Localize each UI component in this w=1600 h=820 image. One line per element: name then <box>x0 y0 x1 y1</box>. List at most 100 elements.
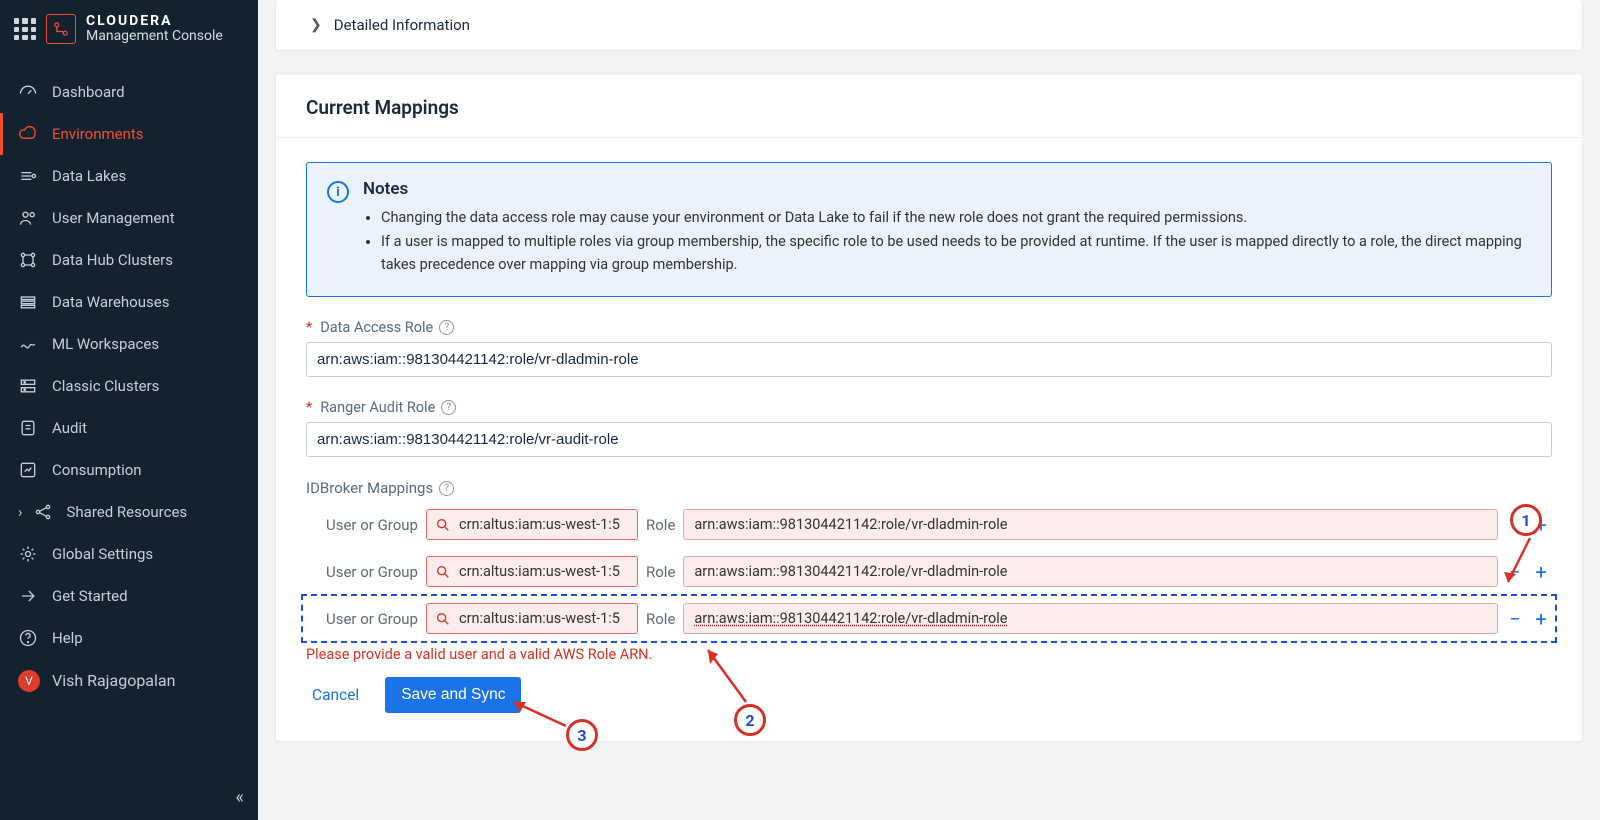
ranger-audit-role-label: * Ranger Audit Role ? <box>306 399 1552 416</box>
sidebar-item-audit[interactable]: Audit <box>0 407 258 449</box>
sidebar-item-get-started[interactable]: Get Started <box>0 575 258 617</box>
warehouse-icon <box>18 292 38 312</box>
add-row-button[interactable]: + <box>1532 560 1550 584</box>
audit-icon <box>18 418 38 438</box>
sidebar-item-label: Data Hub Clusters <box>52 251 173 269</box>
users-icon <box>18 208 38 228</box>
save-and-sync-button[interactable]: Save and Sync <box>385 677 521 713</box>
gauge-icon <box>18 82 38 102</box>
server-icon <box>18 376 38 396</box>
annotation-2: 2 <box>734 704 766 736</box>
annotation-1: 1 <box>1510 504 1542 536</box>
consumption-icon <box>18 460 38 480</box>
sidebar-item-label: Shared Resources <box>67 503 188 521</box>
sidebar-item-label: Help <box>52 629 83 647</box>
user-or-group-label: User or Group <box>308 516 418 534</box>
datalake-icon <box>18 166 38 186</box>
sidebar-item-dashboard[interactable]: Dashboard <box>0 71 258 113</box>
detailed-info-card: ❯ Detailed Information <box>276 0 1582 50</box>
search-icon <box>435 517 451 533</box>
idbroker-label: IDBroker Mappings ? <box>306 479 1552 497</box>
sidebar-item-classic-clusters[interactable]: Classic Clusters <box>0 365 258 407</box>
validation-error: Please provide a valid user and a valid … <box>306 646 1552 663</box>
sidebar-user[interactable]: V Vish Rajagopalan <box>0 659 258 703</box>
chevron-right-icon: › <box>18 503 23 521</box>
role-label: Role <box>646 516 675 534</box>
sidebar-item-label: Classic Clusters <box>52 377 159 395</box>
avatar: V <box>18 670 40 692</box>
sidebar-item-ml-workspaces[interactable]: ML Workspaces <box>0 323 258 365</box>
search-icon <box>435 564 451 580</box>
sidebar-item-data-lakes[interactable]: Data Lakes <box>0 155 258 197</box>
data-access-role-input[interactable] <box>306 342 1552 377</box>
sidebar-item-global-settings[interactable]: Global Settings <box>0 533 258 575</box>
sidebar-item-label: Consumption <box>52 461 142 479</box>
help-icon <box>18 628 38 648</box>
nav: Dashboard Environments Data Lakes User M… <box>0 61 258 820</box>
add-row-button[interactable]: + <box>1532 607 1550 631</box>
notes-title: Notes <box>363 179 1531 199</box>
remove-row-button[interactable]: − <box>1506 607 1524 631</box>
sidebar-item-help[interactable]: Help <box>0 617 258 659</box>
chevron-right-icon: ❯ <box>310 17 322 33</box>
sidebar-item-consumption[interactable]: Consumption <box>0 449 258 491</box>
sidebar-item-data-warehouses[interactable]: Data Warehouses <box>0 281 258 323</box>
collapse-sidebar-button[interactable]: « <box>236 787 244 808</box>
sidebar-item-label: Dashboard <box>52 83 125 101</box>
role-input[interactable]: arn:aws:iam::981304421142:role/vr-dladmi… <box>683 556 1498 587</box>
search-icon <box>435 611 451 627</box>
brand-header: CLOUDERA Management Console <box>0 0 258 61</box>
user-name: Vish Rajagopalan <box>52 671 175 690</box>
sidebar-item-data-hub-clusters[interactable]: Data Hub Clusters <box>0 239 258 281</box>
sidebar-item-environments[interactable]: Environments <box>0 113 258 155</box>
data-access-role-label: * Data Access Role ? <box>306 319 1552 336</box>
sidebar-item-label: User Management <box>52 209 175 227</box>
arrow-right-icon <box>18 586 38 606</box>
cloud-icon <box>18 124 38 144</box>
sidebar-item-label: Audit <box>52 419 87 437</box>
ranger-audit-role-input[interactable] <box>306 422 1552 457</box>
gear-icon <box>18 544 38 564</box>
detailed-info-label: Detailed Information <box>334 16 470 34</box>
cluster-icon <box>18 250 38 270</box>
ml-icon <box>18 334 38 354</box>
section-title: Current Mappings <box>276 74 1582 138</box>
cancel-button[interactable]: Cancel <box>306 678 365 712</box>
sidebar-item-shared-resources[interactable]: › Shared Resources <box>0 491 258 533</box>
role-input[interactable]: arn:aws:iam::981304421142:role/vr-dladmi… <box>683 603 1498 634</box>
detailed-info-toggle[interactable]: ❯ Detailed Information <box>276 0 1582 50</box>
mapping-row: User or Group crn:altus:iam:us-west-1:5 … <box>306 505 1552 544</box>
apps-grid-icon[interactable] <box>14 18 36 40</box>
sidebar: CLOUDERA Management Console Dashboard En… <box>0 0 258 820</box>
mapping-row-error: User or Group crn:altus:iam:us-west-1:5 … <box>306 599 1552 638</box>
note-item: Changing the data access role may cause … <box>381 207 1531 229</box>
sidebar-item-label: Environments <box>52 125 144 143</box>
remove-row-button[interactable]: − <box>1506 560 1524 584</box>
sidebar-item-label: Data Lakes <box>52 167 126 185</box>
role-input[interactable]: arn:aws:iam::981304421142:role/vr-dladmi… <box>683 509 1498 540</box>
note-item: If a user is mapped to multiple roles vi… <box>381 231 1531 276</box>
notes-panel: i Notes Changing the data access role ma… <box>306 162 1552 297</box>
main-content: ❯ Detailed Information Current Mappings … <box>258 0 1600 820</box>
mapping-row: User or Group crn:altus:iam:us-west-1:5 … <box>306 552 1552 591</box>
user-or-group-label: User or Group <box>308 563 418 581</box>
logo-icon <box>46 14 76 44</box>
role-label: Role <box>646 610 675 628</box>
user-or-group-input[interactable]: crn:altus:iam:us-west-1:5 <box>426 603 638 634</box>
info-icon: i <box>327 181 349 203</box>
help-icon[interactable]: ? <box>441 400 456 415</box>
mappings-card: Current Mappings i Notes Changing the da… <box>276 74 1582 741</box>
user-or-group-input[interactable]: crn:altus:iam:us-west-1:5 <box>426 556 638 587</box>
sidebar-item-user-management[interactable]: User Management <box>0 197 258 239</box>
role-label: Role <box>646 563 675 581</box>
sidebar-item-label: Global Settings <box>52 545 153 563</box>
user-or-group-label: User or Group <box>308 610 418 628</box>
help-icon[interactable]: ? <box>439 320 454 335</box>
annotation-3: 3 <box>566 719 598 751</box>
share-icon <box>33 502 53 522</box>
brand-subtitle: Management Console <box>86 29 223 44</box>
help-icon[interactable]: ? <box>439 481 454 496</box>
brand-title: CLOUDERA <box>86 14 223 29</box>
user-or-group-input[interactable]: crn:altus:iam:us-west-1:5 <box>426 509 638 540</box>
sidebar-item-label: Get Started <box>52 587 128 605</box>
